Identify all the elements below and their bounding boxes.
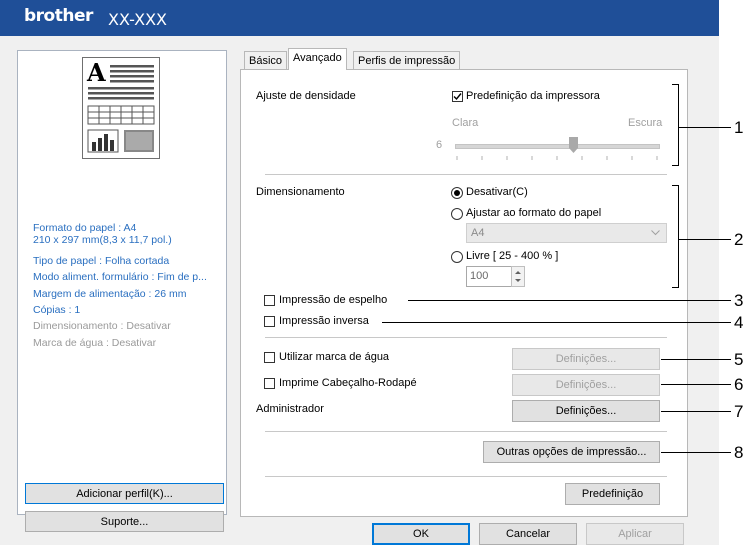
separator [265, 431, 667, 432]
administrator-label: Administrador [256, 403, 324, 415]
chevron-down-icon [651, 230, 660, 236]
separator [265, 337, 667, 338]
callout-bracket-1 [672, 84, 679, 166]
density-value: 6 [436, 139, 443, 151]
scaling-free-label: Livre [ 25 - 400 % ] [466, 250, 559, 262]
density-slider-track[interactable] [455, 144, 660, 149]
printer-default-checkbox[interactable] [452, 91, 463, 102]
reverse-print-checkbox[interactable] [264, 316, 275, 327]
administrator-settings-button[interactable]: Definições... [512, 400, 660, 422]
cancel-button[interactable]: Cancelar [479, 523, 577, 545]
page-preview-icon: A [82, 57, 160, 159]
callout-number-5: 5 [734, 350, 744, 369]
callout-line-1 [679, 127, 731, 128]
density-slider-thumb[interactable] [569, 137, 578, 153]
callout-line-3 [408, 300, 731, 301]
feed-mode-info: Modo aliment. formulário : Fim de p... [33, 271, 207, 283]
callout-line-8 [661, 452, 731, 453]
header-footer-settings-button[interactable]: Definições... [512, 374, 660, 396]
callout-line-7 [661, 411, 731, 412]
paper-size-select-value: A4 [471, 227, 485, 239]
reverse-print-label: Impressão inversa [279, 315, 369, 327]
support-button[interactable]: Suporte... [25, 511, 224, 532]
watermark-info: Marca de água : Desativar [33, 337, 157, 349]
paper-type-info: Tipo de papel : Folha cortada [33, 255, 170, 267]
callout-bracket-2 [672, 185, 679, 288]
callout-line-5 [661, 359, 731, 360]
scale-percent-spinner[interactable] [511, 266, 525, 287]
brand-logo: brother [24, 6, 93, 26]
feed-margin-info: Margem de alimentação : 26 mm [33, 288, 187, 300]
watermark-checkbox[interactable] [264, 352, 275, 363]
scaling-fit-label: Ajustar ao formato do papel [466, 207, 602, 219]
default-button[interactable]: Predefinição [565, 483, 660, 505]
window-title: XX-XXX [108, 10, 167, 29]
other-print-options-button[interactable]: Outras opções de impressão... [483, 441, 660, 463]
density-label: Ajuste de densidade [256, 90, 356, 102]
callout-number-4: 4 [734, 313, 744, 332]
scale-percent-value: 100 [470, 270, 489, 282]
header-footer-label: Imprime Cabeçalho-Rodapé [279, 377, 417, 389]
scaling-off-label: Desativar(C) [466, 186, 528, 198]
copies-info: Cópias : 1 [33, 304, 81, 316]
scaling-fit-radio[interactable] [451, 208, 463, 220]
apply-button[interactable]: Aplicar [586, 523, 684, 545]
callout-number-8: 8 [734, 443, 744, 462]
header-footer-checkbox[interactable] [264, 378, 275, 389]
density-slider-ticks [456, 156, 658, 160]
scaling-label: Dimensionamento [256, 186, 345, 198]
scaling-off-radio[interactable] [451, 187, 463, 199]
separator [265, 476, 667, 477]
callout-number-6: 6 [734, 375, 744, 394]
separator [265, 174, 667, 175]
tab-basic[interactable]: Básico [244, 51, 288, 69]
paper-size-info: Formato do papel : A4 [33, 222, 137, 234]
callout-line-4 [382, 322, 731, 323]
callout-number-1: 1 [734, 118, 744, 137]
add-profile-button[interactable]: Adicionar perfil(K)... [25, 483, 224, 504]
watermark-settings-button[interactable]: Definições... [512, 348, 660, 370]
mirror-print-label: Impressão de espelho [279, 294, 388, 306]
scale-percent-input[interactable]: 100 [466, 266, 512, 287]
density-dark-label: Escura [628, 117, 663, 129]
ok-button[interactable]: OK [372, 523, 470, 545]
svg-text:A: A [86, 58, 106, 87]
watermark-label: Utilizar marca de água [279, 351, 390, 363]
callout-number-2: 2 [734, 230, 744, 249]
printer-default-label: Predefinição da impressora [466, 90, 600, 102]
mirror-print-checkbox[interactable] [264, 295, 275, 306]
paper-size-select[interactable]: A4 [466, 223, 667, 243]
scaling-info: Dimensionamento : Desativar [33, 320, 171, 332]
callout-line-6 [661, 384, 731, 385]
tab-advanced[interactable]: Avançado [288, 48, 347, 70]
callout-line-2 [679, 239, 731, 240]
callout-number-3: 3 [734, 291, 744, 310]
paper-dimensions-info: 210 x 297 mm(8,3 x 11,7 pol.) [33, 234, 172, 246]
scaling-free-radio[interactable] [451, 251, 463, 263]
tab-print-profiles[interactable]: Perfis de impressão [353, 51, 461, 69]
density-light-label: Clara [452, 117, 479, 129]
callout-number-7: 7 [734, 402, 744, 421]
